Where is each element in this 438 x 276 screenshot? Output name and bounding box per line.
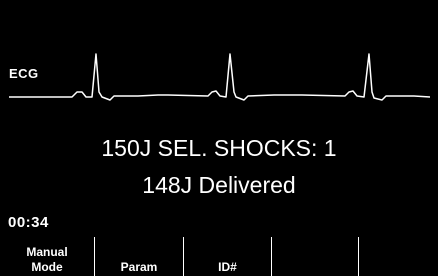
ecg-lead-label: ECG	[9, 66, 39, 81]
delivered-energy-message: 148J Delivered	[142, 172, 296, 198]
softkey-label-line1: Manual	[26, 245, 68, 259]
ecg-waveform	[9, 53, 431, 101]
softkey-blank-5[interactable]	[359, 237, 438, 276]
softkey-label-line2: ID#	[218, 260, 237, 274]
softkey-id[interactable]: ID#	[184, 237, 271, 276]
softkey-bar: Manual Mode Param ID#	[0, 237, 438, 276]
softkey-manual-mode[interactable]: Manual Mode	[0, 237, 94, 276]
softkey-label-line2: Mode	[31, 260, 63, 274]
elapsed-timer: 00:34	[8, 214, 49, 231]
energy-shocks-message: 150J SEL. SHOCKS: 1	[101, 135, 337, 161]
defibrillator-screen: ECG 150J SEL. SHOCKS: 1 148J Delivered 0…	[0, 0, 438, 276]
softkey-label-line2: Param	[120, 260, 158, 274]
softkey-blank-4[interactable]	[272, 237, 358, 276]
softkey-param[interactable]: Param	[95, 237, 183, 276]
